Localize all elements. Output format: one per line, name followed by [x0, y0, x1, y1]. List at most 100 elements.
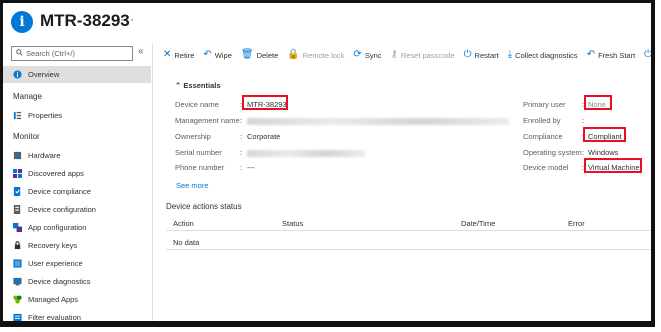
wipe-label: Wipe	[214, 50, 232, 60]
lock-icon: 🔒	[287, 49, 300, 60]
restart-label: Restart	[474, 50, 499, 60]
configuration-icon	[13, 205, 22, 214]
empty-table-message: No data	[173, 238, 200, 247]
sidebar-item-label: Managed Apps	[28, 295, 79, 304]
user-experience-icon	[13, 259, 22, 268]
essentials-toggle[interactable]: ⌃ Essentials	[175, 81, 221, 90]
wipe-button[interactable]: ↶ Wipe	[203, 50, 231, 60]
power-icon: ⏻	[644, 49, 653, 60]
column-header-status[interactable]: Status	[282, 219, 303, 228]
serial-number-redacted	[247, 150, 365, 157]
sync-button[interactable]: ⟳ Sync	[353, 50, 381, 60]
fresh-start-label: Fresh Start	[598, 50, 636, 60]
enrolled-by-colon: :	[582, 116, 585, 125]
management-name-colon: :	[240, 116, 243, 125]
device-name-label: Device name	[175, 100, 219, 109]
phone-number-value: ---	[247, 163, 255, 172]
column-header-action[interactable]: Action	[173, 219, 194, 228]
portal-window: i MTR-38293 ··· Search (Ctrl+/) « Overvi…	[0, 0, 655, 327]
serial-number-label: Serial number	[175, 148, 222, 157]
sidebar-item-label: App configuration	[28, 223, 87, 232]
sidebar-item-device-diagnostics[interactable]: Device diagnostics	[3, 273, 151, 290]
page-title: MTR-38293	[40, 11, 130, 30]
search-placeholder: Search (Ctrl+/)	[26, 49, 75, 58]
sidebar-item-recovery-keys[interactable]: Recovery keys	[3, 237, 151, 254]
sync-label: Sync	[364, 50, 382, 60]
blade-header: i MTR-38293 ···	[3, 3, 651, 43]
remote-lock-button[interactable]: 🔒 Remote lock	[287, 50, 344, 60]
sidebar-item-app-configuration[interactable]: App configuration	[3, 219, 151, 236]
apps-icon	[13, 169, 22, 178]
sidebar-item-overview[interactable]: Overview	[3, 66, 151, 83]
ownership-value: Corporate	[247, 132, 281, 141]
highlight-primary-user	[584, 95, 612, 110]
power-icon: ⏻	[463, 49, 472, 60]
phone-number-colon: :	[240, 163, 243, 172]
trash-icon: 🗑	[240, 49, 254, 60]
diagnostics-icon	[13, 277, 22, 286]
sidebar-item-label: Properties	[28, 111, 63, 120]
delete-button[interactable]: 🗑 Delete	[241, 50, 278, 60]
compliance-icon	[13, 187, 22, 196]
key-icon: ⚷	[390, 49, 398, 60]
remote-lock-label: Remote lock	[302, 50, 345, 60]
sidebar: Search (Ctrl+/) « Overview Manage Proper…	[3, 43, 153, 322]
sidebar-item-label: Overview	[28, 70, 60, 79]
sidebar-item-filter-evaluation[interactable]: Filter evaluation	[3, 309, 151, 322]
app-config-icon	[13, 223, 22, 232]
sidebar-item-properties[interactable]: Properties	[3, 107, 151, 124]
table-divider	[166, 249, 651, 250]
sidebar-item-managed-apps[interactable]: Managed Apps	[3, 291, 151, 308]
highlight-device-model	[584, 158, 642, 173]
collect-diagnostics-label: Collect diagnostics	[515, 50, 578, 60]
search-input[interactable]: Search (Ctrl+/)	[11, 46, 133, 61]
sidebar-item-label: Device diagnostics	[28, 277, 91, 286]
column-header-error[interactable]: Error	[568, 219, 585, 228]
sidebar-item-label: Device configuration	[28, 205, 96, 214]
sidebar-item-user-experience[interactable]: User experience	[3, 255, 151, 272]
delete-label: Delete	[256, 50, 279, 60]
more-options-button[interactable]: ···	[120, 12, 135, 26]
management-name-label: Management name	[175, 116, 240, 125]
enrolled-by-label: Enrolled by	[523, 116, 561, 125]
column-header-datetime[interactable]: Date/Time	[461, 219, 495, 228]
properties-icon	[13, 111, 22, 120]
sidebar-item-device-compliance[interactable]: Device compliance	[3, 183, 151, 200]
retire-button[interactable]: ✕ Retire	[163, 50, 194, 60]
section-manage: Manage	[13, 92, 42, 101]
compliance-label: Compliance	[523, 132, 563, 141]
management-name-redacted	[247, 118, 509, 125]
ownership-colon: :	[240, 132, 243, 141]
info-icon: i	[11, 11, 33, 33]
close-icon: ✕	[163, 49, 172, 60]
download-icon: ⤓	[507, 49, 513, 60]
retire-label: Retire	[174, 50, 195, 60]
overview-icon	[13, 70, 22, 79]
operating-system-label: Operating system	[523, 148, 582, 157]
fresh-start-button[interactable]: ↶ Fresh Start	[587, 50, 635, 60]
ownership-label: Ownership	[175, 132, 211, 141]
sidebar-item-discovered-apps[interactable]: Discovered apps	[3, 165, 151, 182]
collapse-sidebar-button[interactable]: «	[138, 46, 144, 57]
highlight-device-name	[242, 95, 288, 110]
primary-user-label: Primary user	[523, 100, 566, 109]
operating-system-colon: :	[582, 148, 585, 157]
section-monitor: Monitor	[13, 132, 40, 141]
overflow-button[interactable]: ⏻	[644, 49, 653, 60]
key-icon	[13, 241, 22, 250]
sidebar-item-label: Device compliance	[28, 187, 91, 196]
see-more-link[interactable]: See more	[176, 181, 209, 190]
sidebar-item-label: Filter evaluation	[28, 313, 81, 322]
actions-table-header: Action Status Date/Time Error	[166, 217, 651, 231]
device-model-label: Device model	[523, 163, 569, 172]
sidebar-item-label: Hardware	[28, 151, 61, 160]
reset-passcode-button[interactable]: ⚷ Reset passcode	[391, 50, 455, 60]
restart-button[interactable]: ⏻ Restart	[464, 50, 499, 60]
sidebar-item-hardware[interactable]: Hardware	[3, 147, 151, 164]
sidebar-item-device-configuration[interactable]: Device configuration	[3, 201, 151, 218]
serial-number-colon: :	[240, 148, 243, 157]
phone-number-label: Phone number	[175, 163, 225, 172]
chevron-up-icon: ⌃	[175, 81, 182, 90]
collect-diagnostics-button[interactable]: ⤓ Collect diagnostics	[508, 50, 578, 60]
operating-system-value: Windows	[588, 148, 619, 157]
